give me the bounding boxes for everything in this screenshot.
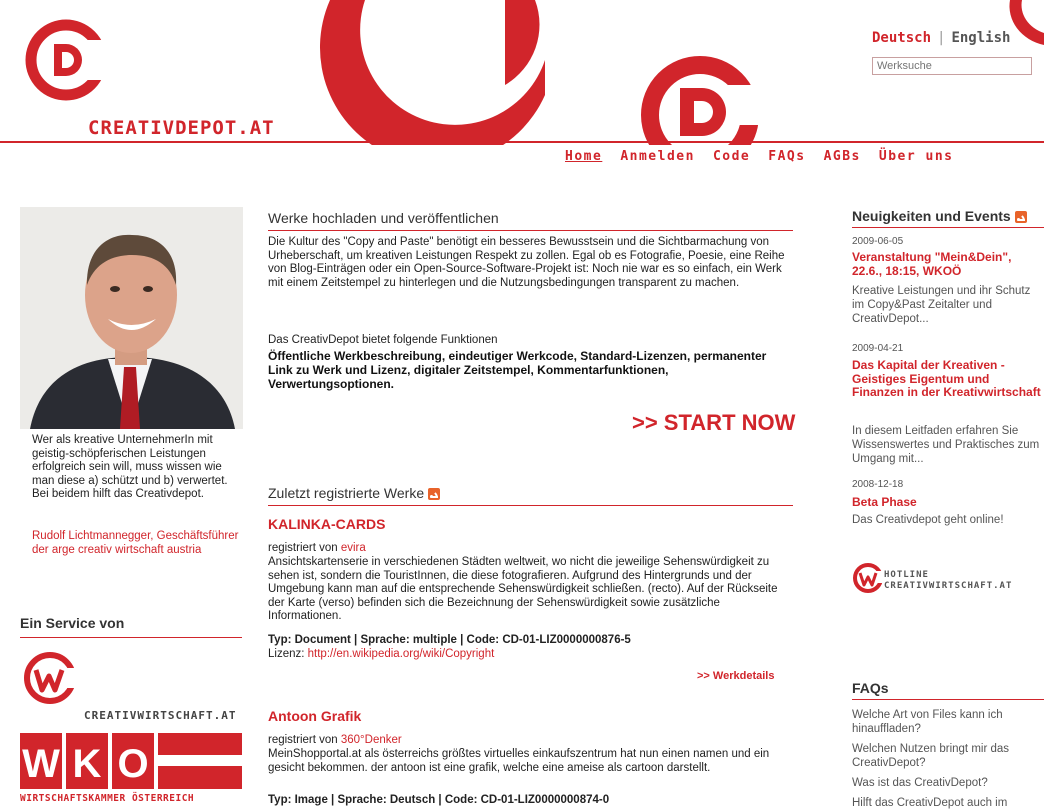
lang-deutsch[interactable]: Deutsch [872, 30, 931, 46]
registered-prefix: registriert von [268, 734, 341, 746]
hotline-line-2: CREATIVWIRTSCHAFT.AT [884, 581, 1013, 591]
hotline-line-1: HOTLINE [884, 570, 929, 580]
rss-icon[interactable] [1014, 211, 1027, 224]
work-meta-1: Typ: Document | Sprache: multiple | Code… [268, 634, 631, 646]
upload-text: Die Kultur des "Copy and Paste" benötigt… [268, 236, 785, 289]
nav-agbs[interactable]: AGBs [824, 149, 861, 164]
service-heading: Ein Service von [20, 615, 242, 638]
license-link[interactable]: http://en.wikipedia.org/wiki/Copyright [308, 648, 495, 660]
hotline-logo-icon[interactable] [852, 562, 884, 594]
nav-home[interactable]: Home [565, 149, 602, 164]
faq-item-3[interactable]: Was ist das CreativDepot? [852, 776, 1044, 790]
wko-letter-w: W [22, 742, 60, 786]
news-date-3: 2008-12-18 [852, 479, 904, 490]
intro-text: Wer als kreative UnternehmerIn mit geist… [32, 434, 228, 500]
portrait-photo [20, 207, 243, 429]
news-text-1: Kreative Leistungen und ihr Schutz im Co… [852, 285, 1031, 325]
work-meta-2: Typ: Image | Sprache: Deutsch | Code: CD… [268, 794, 610, 806]
work-title-1[interactable]: KALINKA-CARDS [268, 516, 385, 532]
nav-anmelden[interactable]: Anmelden [620, 149, 695, 164]
news-date-1: 2009-06-05 [852, 236, 904, 247]
faq-item-4[interactable]: Hilft das CreativDepot auch im [852, 796, 1044, 810]
news-heading: Neuigkeiten und Events [852, 208, 1044, 228]
site-logo-text[interactable]: CREATIVDEPOT.AT [88, 117, 275, 139]
lang-english[interactable]: English [951, 30, 1010, 46]
upload-heading: Werke hochladen und veröffentlichen [268, 210, 793, 231]
news-date-2: 2009-04-21 [852, 343, 904, 354]
news-text-3: Das Creativdepot geht online! [852, 514, 1004, 526]
rss-icon[interactable] [428, 488, 441, 501]
faq-item-1[interactable]: Welche Art von Files kann ich hinaufflad… [852, 708, 1044, 736]
work-user-link-1[interactable]: evira [341, 542, 366, 554]
nav-faqs[interactable]: FAQs [768, 149, 805, 164]
news-title-1[interactable]: Veranstaltung "Mein&Dein", 22.6., 18:15,… [852, 250, 1042, 278]
author-link[interactable]: Rudolf Lichtmannegger, Geschäftsführer d… [32, 530, 242, 557]
functions-text: Öffentliche Werkbeschreibung, eindeutige… [268, 349, 767, 391]
faq-item-2[interactable]: Welchen Nutzen bringt mir das CreativDep… [852, 742, 1044, 770]
work-details-link[interactable]: >> Werkdetails [697, 670, 774, 682]
work-license-1: Lizenz: http://en.wikipedia.org/wiki/Cop… [268, 648, 793, 662]
creativwirtschaft-logo-icon[interactable] [22, 650, 78, 706]
functions-label: Das CreativDepot bietet folgende Funktio… [268, 334, 498, 346]
nav-ueber-uns[interactable]: Über uns [879, 149, 954, 164]
header-divider [0, 141, 1044, 143]
work-registered-2: registriert von 360°Denker [268, 734, 793, 748]
work-user-link-2[interactable]: 360°Denker [341, 734, 402, 746]
language-switch: Deutsch | English [872, 30, 1010, 46]
faq-heading: FAQs [852, 680, 1044, 700]
work-title-2[interactable]: Antoon Grafik [268, 708, 361, 724]
nav-code[interactable]: Code [713, 149, 750, 164]
registered-prefix: registriert von [268, 542, 341, 554]
news-title-3[interactable]: Beta Phase [852, 495, 1042, 510]
main-nav: Home Anmelden Code FAQs AGBs Über uns [565, 149, 972, 164]
portrait-illustration [20, 207, 243, 429]
search-input[interactable] [872, 57, 1032, 75]
creativwirtschaft-logo-text[interactable]: CREATIVWIRTSCHAFT.AT [84, 709, 236, 722]
work-registered-1: registriert von evira [268, 542, 793, 556]
wko-letter-o: O [117, 742, 148, 786]
license-label: Lizenz: [268, 648, 308, 660]
work-description-2: MeinShopportal.at als österreichs größte… [268, 748, 770, 774]
wko-logo[interactable]: W K O [20, 733, 242, 791]
recent-works-title: Zuletzt registrierte Werke [268, 485, 425, 501]
creativdepot-logo-mark [25, 19, 110, 101]
work-description-1: Ansichtskartenserie in verschiedenen Stä… [268, 556, 778, 622]
news-heading-title: Neuigkeiten und Events [852, 208, 1011, 224]
recent-works-heading: Zuletzt registrierte Werke [268, 485, 793, 506]
lang-separator: | [937, 30, 946, 46]
start-now-button[interactable]: >> START NOW [632, 410, 795, 436]
news-text-2: In diesem Leitfaden erfahren Sie Wissens… [852, 425, 1040, 465]
news-title-2[interactable]: Das Kapital der Kreativen - Geistiges Ei… [852, 358, 1042, 400]
hotline-text[interactable]: HOTLINE CREATIVWIRTSCHAFT.AT [884, 570, 1012, 592]
wko-subtitle: WIRTSCHAFTSKAMMER ÖSTERREICH [20, 793, 195, 804]
wko-letter-k: K [73, 742, 102, 786]
